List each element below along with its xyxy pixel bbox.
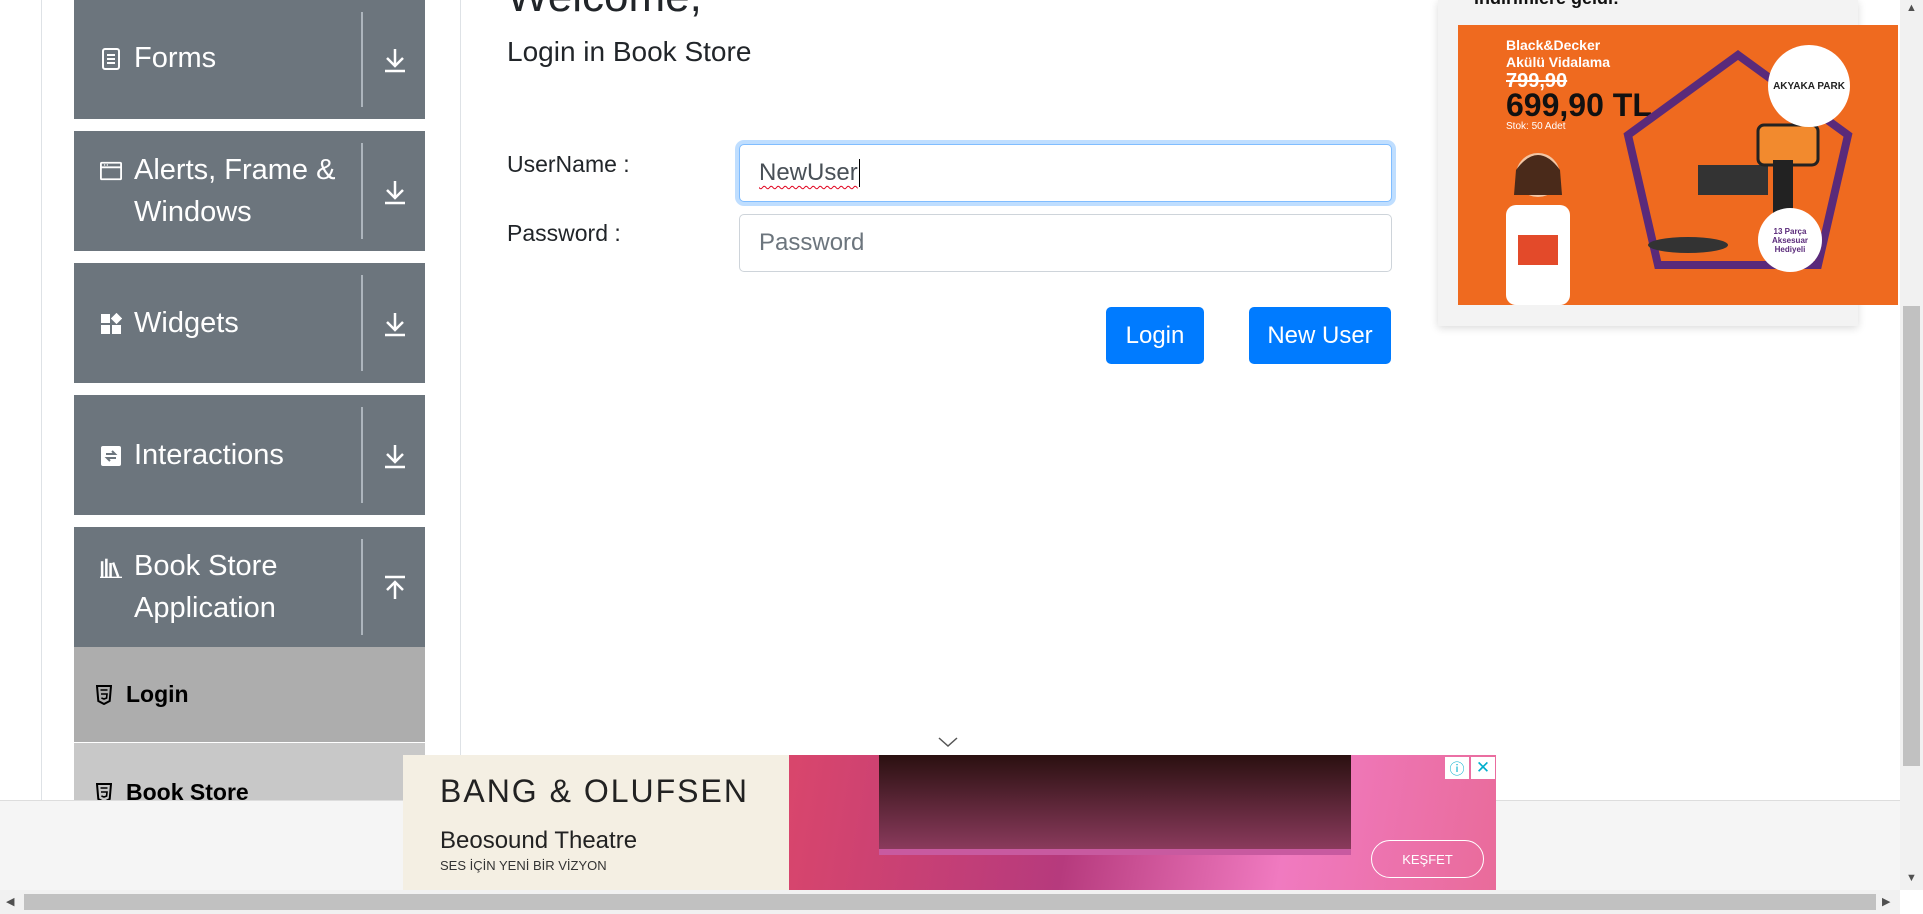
ad-panel[interactable]: Black&Decker Akülü Vidalama 799,90 699,9… bbox=[1458, 25, 1898, 305]
scroll-up-icon[interactable]: ▲ bbox=[1906, 2, 1917, 14]
group-divider bbox=[361, 143, 363, 239]
username-label: UserName : bbox=[507, 151, 630, 177]
ad-close-icon[interactable]: ✕ bbox=[1471, 757, 1495, 779]
group-divider bbox=[361, 407, 363, 503]
content-divider bbox=[460, 0, 461, 800]
ad-product-name: Beosound Theatre bbox=[440, 827, 638, 854]
sidebar-group-label-line2: Application bbox=[134, 592, 276, 624]
horizontal-scroll-thumb[interactable] bbox=[24, 894, 1876, 910]
ad-brand-line1: Black&Decker bbox=[1506, 37, 1601, 53]
chevron-down-icon[interactable] bbox=[937, 735, 959, 754]
password-field[interactable]: Password bbox=[739, 214, 1392, 272]
form-icon bbox=[100, 47, 122, 70]
password-placeholder: Password bbox=[759, 229, 865, 256]
window-icon bbox=[100, 160, 122, 182]
ad-store-badge: AKYAKA PARK bbox=[1768, 45, 1850, 127]
new-user-button[interactable]: New User bbox=[1249, 307, 1391, 364]
scroll-left-icon[interactable]: ◀ bbox=[6, 895, 14, 908]
scroll-down-icon[interactable]: ▼ bbox=[1906, 872, 1917, 884]
ad-gift-badge: 13 Parça Aksesuar Hediyeli bbox=[1758, 208, 1822, 272]
sidebar-item-label: Login bbox=[126, 681, 189, 707]
upload-arrow-icon[interactable] bbox=[379, 572, 411, 604]
scroll-right-icon[interactable]: ▶ bbox=[1882, 895, 1890, 908]
sidebar-group-label: Book Store bbox=[134, 550, 278, 582]
sidebar-group-interactions[interactable]: Interactions bbox=[74, 395, 425, 515]
text-caret bbox=[858, 159, 860, 187]
ad-info-icon[interactable]: ⓘ bbox=[1445, 757, 1469, 779]
sidebar-item-book-store[interactable]: Book Store bbox=[74, 743, 425, 800]
sidebar-group-label: Forms bbox=[134, 41, 217, 74]
interactions-icon bbox=[100, 445, 122, 467]
vertical-scroll-thumb[interactable] bbox=[1903, 306, 1920, 766]
sidebar-group-alerts-frame-windows[interactable]: Alerts, Frame & Windows bbox=[74, 131, 425, 251]
ad-brand: Black&Decker Akülü Vidalama bbox=[1506, 37, 1610, 71]
html5-icon bbox=[96, 684, 114, 705]
download-arrow-icon[interactable] bbox=[379, 176, 411, 208]
group-divider bbox=[361, 275, 363, 371]
download-arrow-icon[interactable] bbox=[379, 308, 411, 340]
ad-tagline: SES İÇİN YENİ BİR VİZYON bbox=[440, 858, 607, 873]
ad-visual: KEŞFET bbox=[789, 755, 1496, 890]
sidebar-group-label: Alerts, Frame & bbox=[134, 154, 336, 186]
sidebar-group-label: Interactions bbox=[134, 439, 284, 471]
welcome-heading: Welcome, bbox=[507, 0, 702, 22]
ad-headline: indirimlere geldi! bbox=[1474, 0, 1619, 9]
login-button[interactable]: Login bbox=[1106, 307, 1204, 364]
sidebar-group-label: Widgets bbox=[134, 307, 239, 339]
sidebar-group-forms[interactable]: Forms bbox=[74, 0, 425, 119]
ad-brand-title: BANG & OLUFSEN bbox=[440, 773, 749, 809]
sidebar-item-label: Book Store bbox=[126, 779, 249, 800]
widgets-icon bbox=[100, 313, 122, 335]
group-divider bbox=[361, 12, 363, 107]
group-divider bbox=[361, 539, 363, 635]
ad-stock: Stok: 50 Adet bbox=[1506, 121, 1566, 132]
download-arrow-icon[interactable] bbox=[379, 440, 411, 472]
horizontal-scrollbar[interactable]: ◀ ▶ bbox=[0, 890, 1900, 914]
sidebar-group-book-store-application[interactable]: Book Store Application bbox=[74, 527, 425, 647]
sidebar: Forms Alerts, Frame & Windows Widgets In… bbox=[74, 0, 425, 800]
right-advertisement[interactable]: indirimlere geldi! Black&Decker Akülü Vi… bbox=[1438, 0, 1898, 326]
password-label: Password : bbox=[507, 220, 621, 246]
html5-icon bbox=[96, 783, 114, 800]
sidebar-item-login[interactable]: Login bbox=[74, 647, 425, 742]
username-field[interactable]: NewUser bbox=[739, 144, 1392, 202]
bottom-banner-ad[interactable]: BANG & OLUFSEN Beosound Theatre SES İÇİN… bbox=[403, 755, 1496, 890]
page-gutter-line bbox=[41, 0, 42, 800]
ad-cta-button[interactable]: KEŞFET bbox=[1371, 840, 1484, 878]
sidebar-group-label-line2: Windows bbox=[134, 196, 252, 228]
vertical-scrollbar[interactable]: ▲ ▼ bbox=[1900, 0, 1923, 890]
sidebar-group-widgets[interactable]: Widgets bbox=[74, 263, 425, 383]
ad-speaker-image bbox=[879, 755, 1351, 855]
page-subtitle: Login in Book Store bbox=[507, 36, 752, 67]
username-value: NewUser bbox=[759, 159, 858, 186]
download-arrow-icon[interactable] bbox=[379, 44, 411, 76]
books-icon bbox=[100, 556, 122, 580]
ad-person-illustration bbox=[1506, 153, 1570, 305]
ad-brand-line2: Akülü Vidalama bbox=[1506, 54, 1611, 70]
